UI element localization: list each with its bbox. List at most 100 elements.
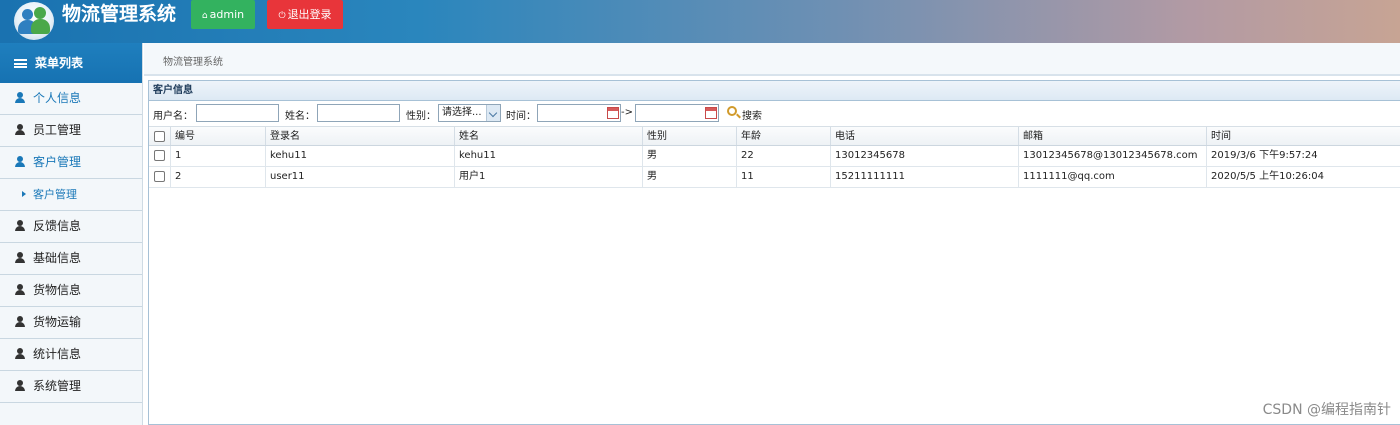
gender-select[interactable]: 请选择... — [438, 104, 501, 122]
user-icon — [15, 124, 25, 135]
sidebar-item-label: 系统管理 — [33, 379, 82, 393]
menu-list: 个人信息 员工管理 客户管理 客户管理 反馈信息 基础信息 货物信息 货物运输 统计信息 系统管理 — [0, 83, 142, 403]
sidebar-item-label: 反馈信息 — [33, 219, 82, 233]
sidebar-item[interactable]: 系统管理 — [0, 371, 142, 403]
sidebar-item[interactable]: 反馈信息 — [0, 211, 142, 243]
column-header: 邮箱 — [1019, 127, 1207, 145]
column-header: 电话 — [831, 127, 1019, 145]
table-cell: kehu11 — [455, 146, 643, 166]
column-header: 年龄 — [737, 127, 831, 145]
top-header: 物流管理系统 ⌂ admin ⏻ 退出登录 — [0, 0, 1400, 43]
table-cell: 2020/5/5 上午10:26:04 — [1207, 167, 1400, 187]
sidebar: 菜单列表 个人信息 员工管理 客户管理 客户管理 反馈信息 基础信息 货物信息 货物运输 统计信… — [0, 43, 143, 425]
table-cell: 13012345678 — [831, 146, 1019, 166]
user-icon — [15, 284, 25, 295]
select-all-checkbox[interactable] — [154, 131, 165, 142]
table-row[interactable]: 1 kehu11 kehu11 男 22 13012345678 13012345678@1… — [149, 146, 1400, 167]
gender-select-value: 请选择... — [442, 107, 482, 118]
sidebar-item[interactable]: 员工管理 — [0, 115, 142, 147]
time-from-input[interactable] — [537, 104, 621, 122]
time-label: 时间： — [506, 111, 536, 122]
sidebar-item-label: 客户管理 — [33, 188, 77, 201]
search-icon[interactable] — [727, 106, 737, 116]
sidebar-item[interactable]: 货物运输 — [0, 307, 142, 339]
watermark: CSDN @编程指南针 — [1262, 402, 1391, 418]
sidebar-item-label: 个人信息 — [33, 91, 82, 105]
column-header: 性别 — [643, 127, 737, 145]
logout-button[interactable]: ⏻ 退出登录 — [267, 0, 343, 29]
list-icon — [14, 59, 27, 68]
table-cell: user11 — [266, 167, 455, 187]
time-separator: -> — [621, 107, 633, 118]
table-cell: 2019/3/6 下午9:57:24 — [1207, 146, 1400, 166]
sidebar-item[interactable]: 统计信息 — [0, 339, 142, 371]
logout-button-label: 退出登录 — [287, 8, 332, 21]
checkbox-cell — [149, 127, 171, 145]
checkbox-cell — [149, 146, 171, 166]
table-cell: kehu11 — [266, 146, 455, 166]
calendar-icon[interactable] — [607, 107, 619, 119]
table-cell: 用户1 — [455, 167, 643, 187]
column-header: 姓名 — [455, 127, 643, 145]
table-cell: 1111111@qq.com — [1019, 167, 1207, 187]
column-header: 编号 — [171, 127, 266, 145]
sidebar-item[interactable]: 客户管理 — [0, 147, 142, 179]
breadcrumb-bar: 物流管理系统 — [144, 43, 1400, 76]
sidebar-item[interactable]: 基础信息 — [0, 243, 142, 275]
menu-title: 菜单列表 — [35, 56, 84, 70]
sidebar-item-label: 基础信息 — [33, 251, 82, 265]
user-icon — [15, 316, 25, 327]
table-cell: 1 — [171, 146, 266, 166]
power-icon: ⏻ — [278, 11, 286, 21]
user-icon — [15, 380, 25, 391]
user-icon — [15, 220, 25, 231]
user-icon — [15, 252, 25, 263]
sidebar-item-label: 统计信息 — [33, 347, 82, 361]
checkbox-cell — [149, 167, 171, 187]
sidebar-item-label: 客户管理 — [33, 155, 82, 169]
column-header: 登录名 — [266, 127, 455, 145]
users-logo-icon — [14, 2, 54, 40]
table-row[interactable]: 2 user11 用户1 男 11 15211111111 1111111@qq.com 20… — [149, 167, 1400, 188]
sidebar-item[interactable]: 个人信息 — [0, 83, 142, 115]
customer-panel: 客户信息 用户名： 姓名： 性别： 请选择... 时间： -> 搜索 编号 登录名… — [148, 80, 1400, 425]
calendar-icon[interactable] — [705, 107, 717, 119]
caret-right-icon — [22, 191, 26, 197]
gender-label: 性别： — [406, 111, 436, 122]
admin-button[interactable]: ⌂ admin — [191, 0, 255, 29]
admin-button-label: admin — [209, 8, 245, 21]
table-cell: 13012345678@13012345678.com — [1019, 146, 1207, 166]
row-checkbox[interactable] — [154, 150, 165, 161]
sidebar-item-label: 员工管理 — [33, 123, 82, 137]
breadcrumb: 物流管理系统 — [163, 57, 223, 68]
username-label: 用户名： — [153, 111, 193, 122]
user-icon — [15, 348, 25, 359]
sidebar-item-label: 货物信息 — [33, 283, 82, 297]
sidebar-item-label: 货物运输 — [33, 315, 82, 329]
name-input[interactable] — [317, 104, 400, 122]
table-cell: 22 — [737, 146, 831, 166]
time-to-input[interactable] — [635, 104, 719, 122]
table-header-row: 编号 登录名 姓名 性别 年龄 电话 邮箱 时间 — [149, 126, 1400, 146]
sidebar-subitem[interactable]: 客户管理 — [0, 179, 142, 211]
table-cell: 男 — [643, 167, 737, 187]
column-header: 时间 — [1207, 127, 1400, 145]
menu-header: 菜单列表 — [0, 43, 142, 83]
search-button[interactable]: 搜索 — [742, 107, 762, 122]
table-cell: 11 — [737, 167, 831, 187]
chevron-down-icon — [486, 105, 500, 121]
customer-table: 编号 登录名 姓名 性别 年龄 电话 邮箱 时间 1 kehu11 kehu11 男 22 1301234… — [149, 126, 1400, 188]
name-label: 姓名： — [285, 111, 315, 122]
row-checkbox[interactable] — [154, 171, 165, 182]
username-input[interactable] — [196, 104, 279, 122]
user-icon — [15, 156, 25, 167]
table-cell: 15211111111 — [831, 167, 1019, 187]
table-cell: 2 — [171, 167, 266, 187]
app-title: 物流管理系统 — [62, 3, 177, 25]
sidebar-item[interactable]: 货物信息 — [0, 275, 142, 307]
home-icon: ⌂ — [201, 11, 208, 21]
search-toolbar: 用户名： 姓名： 性别： 请选择... 时间： -> 搜索 — [149, 101, 1400, 125]
panel-title: 客户信息 — [149, 81, 1400, 101]
table-cell: 男 — [643, 146, 737, 166]
user-icon — [15, 92, 25, 103]
